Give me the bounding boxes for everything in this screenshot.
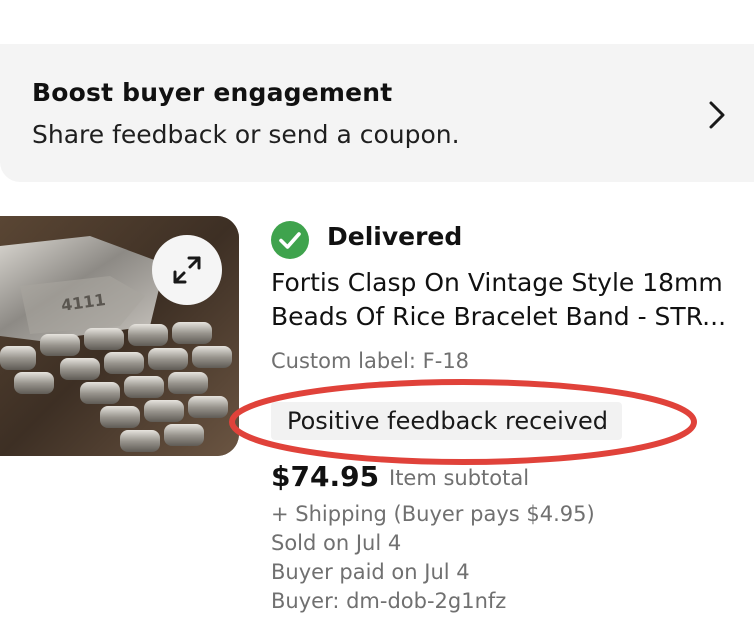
shipping-info: + Shipping (Buyer pays $4.95) xyxy=(271,502,595,526)
buyer-id: Buyer: dm-dob-2g1nfz xyxy=(271,589,507,613)
check-circle-icon xyxy=(271,221,309,259)
expand-icon xyxy=(173,256,201,284)
paid-date: Buyer paid on Jul 4 xyxy=(271,560,470,584)
item-price: $74.95 xyxy=(271,460,380,493)
price-label: Item subtotal xyxy=(389,466,530,490)
item-title-line-2: Beads Of Rice Bracelet Band - STR... xyxy=(271,302,727,331)
boost-engagement-card[interactable]: Boost buyer engagement Share feedback or… xyxy=(0,44,754,182)
boost-title: Boost buyer engagement xyxy=(32,78,393,107)
item-title-link[interactable]: Fortis Clasp On Vintage Style 18mm Beads… xyxy=(271,266,754,334)
chevron-right-icon[interactable] xyxy=(704,98,730,132)
expand-image-button[interactable] xyxy=(152,235,222,305)
order-details-page: Boost buyer engagement Share feedback or… xyxy=(0,0,754,628)
feedback-badge-area: Positive feedback received xyxy=(228,378,700,468)
custom-label: Custom label: F-18 xyxy=(271,349,470,373)
delivery-status: Delivered xyxy=(327,222,463,251)
annotation-ellipse xyxy=(229,379,697,465)
item-title-line-1: Fortis Clasp On Vintage Style 18mm xyxy=(271,268,723,297)
boost-subtitle: Share feedback or send a coupon. xyxy=(32,120,460,149)
sold-date: Sold on Jul 4 xyxy=(271,531,402,555)
